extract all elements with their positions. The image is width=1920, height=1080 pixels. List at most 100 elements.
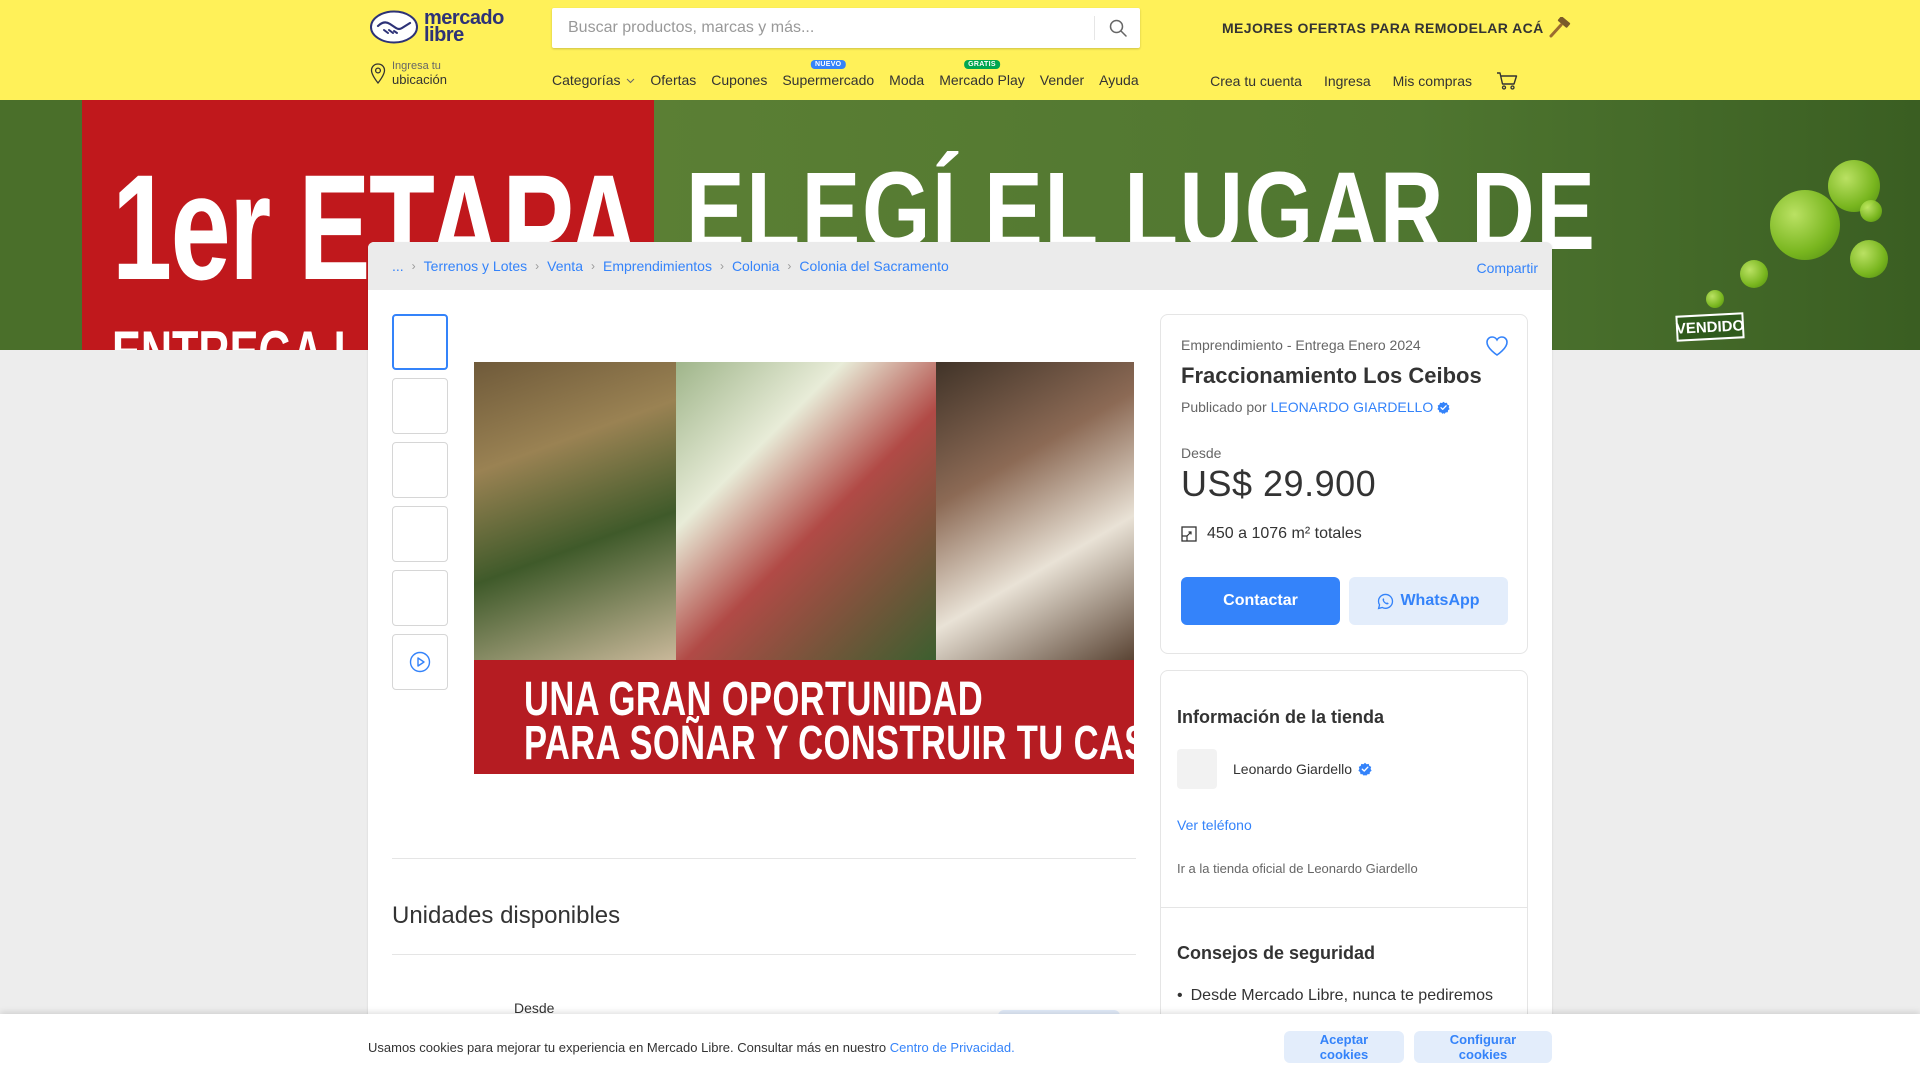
- breadcrumb-item[interactable]: Emprendimientos: [603, 258, 712, 274]
- banner-bubble: [1860, 200, 1882, 222]
- listing-eyebrow: Emprendimiento - Entrega Enero 2024: [1181, 337, 1421, 353]
- login-link[interactable]: Ingresa: [1324, 73, 1371, 89]
- chevron-right-icon: ›: [719, 259, 724, 273]
- safety-tip: • Desde Mercado Libre, nunca te pediremo…: [1177, 987, 1493, 1005]
- nav-mercado-play[interactable]: GRATIS Mercado Play: [939, 60, 1025, 88]
- safety-tip-text: Desde Mercado Libre, nunca te pediremos: [1190, 987, 1493, 1004]
- area-text: 450 a 1076 m² totales: [1207, 525, 1362, 542]
- cart-icon[interactable]: [1496, 72, 1518, 90]
- store-name: Leonardo Giardello: [1233, 761, 1372, 777]
- breadcrumb-item[interactable]: Terrenos y Lotes: [424, 258, 528, 274]
- search-input[interactable]: [552, 8, 1082, 48]
- location-selector[interactable]: Ingresa tu ubicación: [370, 60, 447, 87]
- chevron-right-icon: ›: [787, 259, 792, 273]
- breadcrumb-item[interactable]: ...: [392, 258, 404, 274]
- video-thumbnail[interactable]: [392, 634, 448, 690]
- price: US$ 29.900: [1181, 463, 1377, 504]
- banner-bubble: [1770, 190, 1840, 260]
- nav-label: Supermercado: [782, 72, 875, 88]
- search-icon: [1109, 19, 1127, 37]
- search-bar: [552, 8, 1140, 48]
- nav-ayuda[interactable]: Ayuda: [1099, 72, 1138, 88]
- gallery-thumbnail[interactable]: [392, 506, 448, 562]
- gallery-thumbnail[interactable]: [392, 314, 448, 370]
- play-icon: [409, 651, 431, 673]
- privacy-center-link[interactable]: Centro de Privacidad.: [890, 1040, 1015, 1055]
- nav-label: Ayuda: [1099, 72, 1139, 88]
- safety-tips-title: Consejos de seguridad: [1177, 943, 1376, 963]
- my-purchases-link[interactable]: Mis compras: [1393, 73, 1472, 89]
- seller-link[interactable]: LEONARDO GIARDELLO: [1271, 399, 1434, 415]
- breadcrumb: ... › Terrenos y Lotes › Venta › Emprend…: [392, 258, 949, 274]
- location-small-label: Ingresa tu: [392, 60, 441, 72]
- photo-caption-line2: PARA SOÑAR Y CONSTRUIR TU CASA: [524, 717, 1134, 770]
- nav-moda[interactable]: Moda: [889, 72, 924, 88]
- gallery-thumbnail[interactable]: [392, 442, 448, 498]
- photo-children-tree: [474, 362, 676, 660]
- banner-subline-left: ENTREGA I: [112, 318, 346, 350]
- whatsapp-button[interactable]: WhatsApp: [1349, 577, 1508, 625]
- banner-bubble: [1740, 260, 1768, 288]
- published-by: Publicado por LEONARDO GIARDELLO: [1181, 399, 1450, 415]
- breadcrumb-item[interactable]: Colonia: [732, 258, 779, 274]
- create-account-link[interactable]: Crea tu cuenta: [1210, 73, 1302, 89]
- nav-supermercado[interactable]: NUEVO Supermercado: [782, 60, 875, 88]
- official-store-line: Ir a la tienda oficial de Leonardo Giard…: [1177, 861, 1418, 876]
- banner-bubble: [1706, 290, 1724, 308]
- nav-label: Cupones: [711, 72, 768, 88]
- area-icon: [1181, 526, 1197, 542]
- breadcrumb-bar: ... › Terrenos y Lotes › Venta › Emprend…: [368, 242, 1552, 290]
- gratis-badge: GRATIS: [964, 60, 1000, 69]
- contact-button[interactable]: Contactar: [1181, 577, 1340, 625]
- hammer-icon: [1549, 17, 1570, 38]
- view-phone-link[interactable]: Ver teléfono: [1177, 817, 1252, 833]
- units-title: Unidades disponibles: [392, 902, 621, 929]
- location-big-label: ubicación: [392, 72, 447, 87]
- logo-text: mercado libre: [424, 8, 504, 46]
- store-row: Leonardo Giardello: [1177, 749, 1372, 789]
- whatsapp-icon: [1378, 593, 1394, 609]
- accept-cookies-button[interactable]: Aceptar cookies: [1284, 1031, 1404, 1063]
- banner-bubble: [1850, 240, 1888, 278]
- photo-woman-headphones: [936, 362, 1134, 660]
- area-info: 450 a 1076 m² totales: [1181, 525, 1362, 543]
- user-nav: Crea tu cuenta Ingresa Mis compras: [1210, 72, 1518, 90]
- nav-vender[interactable]: Vender: [1040, 72, 1084, 88]
- chevron-right-icon: ›: [411, 259, 416, 273]
- search-button[interactable]: [1094, 16, 1140, 40]
- banner-left-edge: [0, 100, 82, 350]
- share-link[interactable]: Compartir: [1477, 260, 1538, 276]
- main-gallery-image[interactable]: UNA GRAN OPORTUNIDAD PARA SOÑAR Y CONSTR…: [474, 362, 1134, 774]
- heart-icon[interactable]: [1485, 335, 1509, 357]
- gallery-thumbnail[interactable]: [392, 570, 448, 626]
- nav-cupones[interactable]: Cupones: [711, 72, 767, 88]
- configure-cookies-button[interactable]: Configurar cookies: [1414, 1031, 1552, 1063]
- gallery-thumbnails: [392, 314, 448, 690]
- nav-ofertas[interactable]: Ofertas: [650, 72, 696, 88]
- location-pin-icon: [370, 62, 386, 84]
- divider: [392, 858, 1136, 859]
- bullet-icon: •: [1177, 987, 1183, 1004]
- promo-link[interactable]: MEJORES OFERTAS PARA REMODELAR ACÁ: [1222, 17, 1572, 39]
- gallery-thumbnail[interactable]: [392, 378, 448, 434]
- store-name-text: Leonardo Giardello: [1233, 761, 1353, 777]
- promo-text: MEJORES OFERTAS PARA REMODELAR ACÁ: [1222, 20, 1544, 36]
- nav-categorias[interactable]: Categorías: [552, 72, 635, 88]
- nuevo-badge: NUEVO: [811, 60, 846, 69]
- logo-line2: libre: [424, 24, 464, 46]
- price-label: Desde: [1181, 445, 1222, 461]
- breadcrumb-item[interactable]: Venta: [547, 258, 583, 274]
- breadcrumb-item[interactable]: Colonia del Sacramento: [799, 258, 948, 274]
- official-store-link[interactable]: Leonardo Giardello: [1307, 861, 1418, 876]
- nav-label: Mercado Play: [939, 72, 1025, 88]
- banner-stamp: VENDIDO: [1675, 312, 1745, 342]
- divider: [1161, 907, 1527, 908]
- listing-summary: Emprendimiento - Entrega Enero 2024 Frac…: [1160, 314, 1528, 654]
- nav-label: Ofertas: [650, 72, 697, 88]
- listing-card: ... › Terrenos y Lotes › Venta › Emprend…: [368, 242, 1552, 1080]
- cookie-message: Usamos cookies para mejorar tu experienc…: [368, 1040, 887, 1055]
- nav-label: Vender: [1039, 72, 1085, 88]
- header: mercado libre MEJORES OFERTAS PARA REMOD…: [0, 0, 1920, 100]
- mercadolibre-logo[interactable]: mercado libre: [370, 8, 504, 46]
- photo-collage: [474, 362, 1134, 660]
